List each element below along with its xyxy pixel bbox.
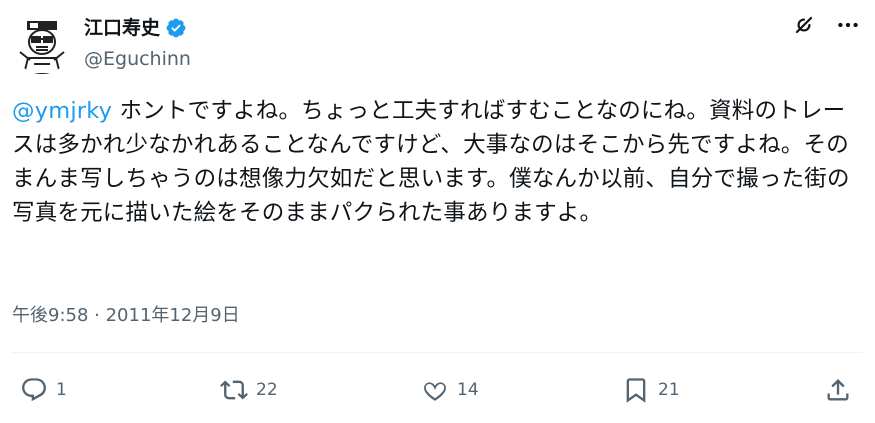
reply-count: 1 <box>56 380 67 400</box>
share-icon <box>827 379 849 401</box>
repost-icon <box>220 380 248 400</box>
like-count: 14 <box>457 380 479 400</box>
display-name[interactable]: 江口寿史 <box>84 14 160 42</box>
bookmark-icon <box>626 378 646 403</box>
display-name-row[interactable]: 江口寿史 <box>84 14 187 42</box>
heart-icon <box>424 382 446 401</box>
like-button[interactable]: 14 <box>421 372 479 408</box>
bookmark-button[interactable]: 21 <box>622 372 680 408</box>
tweet-timestamp[interactable]: 午後9:58 · 2011年12月9日 <box>12 302 240 330</box>
grok-icon[interactable] <box>791 12 817 38</box>
tweet-body: ホントですよね。ちょっと工夫すればすむことなのにね。資料のトレースは多かれ少なか… <box>12 98 850 226</box>
divider <box>12 352 863 353</box>
reply-icon <box>22 378 46 402</box>
action-bar: 1 22 14 21 <box>0 372 875 408</box>
top-actions <box>791 12 861 38</box>
share-button[interactable] <box>824 372 852 408</box>
reply-button[interactable]: 1 <box>20 372 67 408</box>
more-icon[interactable] <box>835 12 861 38</box>
avatar[interactable] <box>12 14 72 74</box>
bookmark-count: 21 <box>658 380 680 400</box>
mention-link[interactable]: @ymjrky <box>12 98 112 124</box>
tweet-text: @ymjrky ホントですよね。ちょっと工夫すればすむことなのにね。資料のトレー… <box>12 94 862 230</box>
repost-button[interactable]: 22 <box>220 372 278 408</box>
repost-count: 22 <box>256 380 278 400</box>
avatar-illustration <box>12 14 72 74</box>
verified-badge-icon <box>166 18 186 38</box>
user-handle[interactable]: @Eguchinn <box>84 46 191 72</box>
